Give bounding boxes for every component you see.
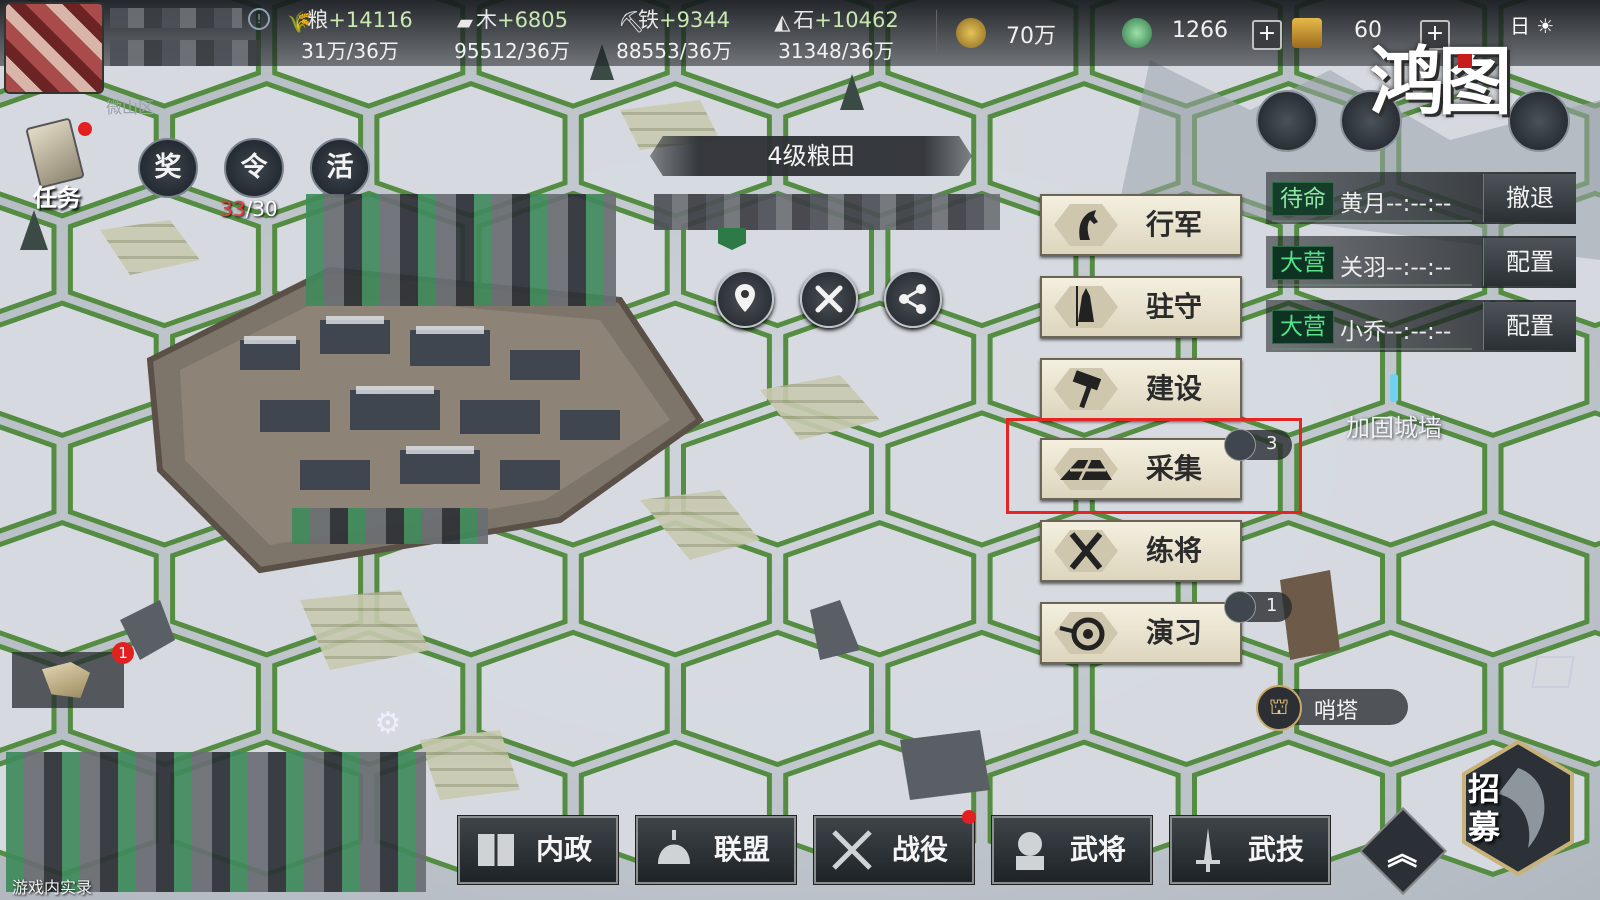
player-name-redacted [110,8,242,28]
nav-alliance[interactable]: 联盟 [636,816,796,884]
share-icon [899,284,926,314]
logo-seal [1458,54,1472,68]
garrison-button[interactable]: 驻守 [1040,276,1242,338]
nav-internal-affairs[interactable]: 内政 [458,816,618,884]
troop-row[interactable]: 待命 黄月--:--:-- 撤退 [1266,172,1576,224]
swords-icon [1054,530,1118,572]
close-icon [815,285,843,313]
guard-icon [1054,286,1118,328]
settings-gear-icon[interactable]: ⚙ [372,708,404,740]
build-button[interactable]: 建设 [1040,358,1242,420]
sword-icon [1196,828,1220,872]
troop-name: 黄月--:--:-- [1340,191,1452,217]
location-pin-icon [735,284,755,312]
troop-status: 大营 [1272,246,1334,280]
close-button[interactable] [800,270,858,328]
notification-dot [78,122,92,136]
game-logo: 鸿图 [1370,39,1512,125]
tile-title: 4级粮田 [650,136,972,176]
tower-icon: ⛫ [1256,685,1302,731]
redacted-chat-panel [6,752,426,892]
footer-note: 游戏内实录 [12,878,93,897]
stone-icon: ◭ [774,10,791,34]
resource-wood[interactable]: ▰ 木+6805 95512/36万 [442,4,582,64]
expand-view-icon[interactable] [1531,656,1575,688]
row-underline [1272,348,1472,350]
food-icon: 🌾 [287,10,314,34]
mark-location-button[interactable] [716,270,774,328]
configure-button[interactable]: 配置 [1483,238,1576,286]
player-info-redacted [110,40,260,66]
jade-icon [1122,18,1152,48]
map-scroll-icon [42,662,90,698]
troop-name: 小乔--:--:-- [1340,319,1452,345]
copper-coin-icon [956,18,986,48]
recruit-button[interactable]: 招募 [1458,738,1578,878]
map-notice-button[interactable]: 1 [12,642,134,708]
activity-button[interactable]: 活 [310,138,370,198]
book-icon [478,834,514,866]
watchtower-label[interactable]: ⛫ 哨塔 [1256,685,1408,731]
nav-martial-skills[interactable]: 武技 [1170,816,1330,884]
drill-icon [1054,612,1118,654]
resource-stone[interactable]: ◭ 石+10462 31348/36万 [766,4,906,64]
player-avatar[interactable] [6,4,102,92]
hammer-icon [1054,368,1118,410]
region-name: 微山区 [106,98,155,117]
info-icon[interactable]: ! [248,8,270,30]
troop-row[interactable]: 大营 关羽--:--:-- 配置 [1266,236,1576,288]
nav-generals[interactable]: 武将 [992,816,1152,884]
copper-amount: 70万 [1006,24,1056,49]
row-underline [1272,220,1472,222]
troop-status: 大营 [1272,310,1334,344]
drill-count-badge: 1 [1224,591,1292,623]
chevron-up-icon: ︽ [1387,837,1418,873]
task-button[interactable]: 任务 [18,117,92,212]
configure-button[interactable]: 配置 [1483,302,1576,350]
share-button[interactable] [884,270,942,328]
train-generals-button[interactable]: 练将 [1040,520,1242,582]
helmet-icon [658,830,690,864]
row-underline [1272,284,1472,286]
divider [936,10,937,56]
notification-dot [962,810,976,824]
gold-ingot-icon [1292,18,1322,48]
notice-badge: 1 [112,642,134,664]
march-button[interactable]: 行军 [1040,194,1242,256]
redacted-tile-owner [654,194,1000,230]
order-button[interactable]: 令 [224,138,284,198]
drill-button[interactable]: 演习 [1040,602,1242,664]
retreat-button[interactable]: 撤退 [1483,174,1576,222]
gather-highlight-box [1006,418,1302,514]
world-map-button[interactable] [1256,90,1318,152]
horse-icon [1054,204,1118,246]
redacted-city-name [292,508,488,544]
exclamation-icon [1390,374,1398,402]
crossed-swords-icon [832,830,872,870]
troop-name: 关羽--:--:-- [1340,255,1452,281]
resource-iron[interactable]: ⛏铁+9344 88553/36万 [604,4,744,64]
jade-amount: 1266 [1172,18,1228,43]
order-token-icon [1224,591,1256,623]
general-icon [1016,832,1044,870]
reinforce-wall-label[interactable]: 加固城墙 [1346,408,1442,443]
iron-icon: ⛏ [617,10,645,34]
nav-campaign[interactable]: 战役 [814,810,976,884]
order-counter: 33/30 [220,197,278,221]
resource-food[interactable]: 🌾粮+14116 31万/36万 [280,4,420,64]
troop-status: 待命 [1272,182,1334,216]
reward-button[interactable]: 奖 [138,138,198,198]
wood-icon: ▰ [456,10,474,34]
troop-row[interactable]: 大营 小乔--:--:-- 配置 [1266,300,1576,352]
add-jade-button[interactable]: + [1252,20,1282,50]
redacted-panel [306,194,616,306]
